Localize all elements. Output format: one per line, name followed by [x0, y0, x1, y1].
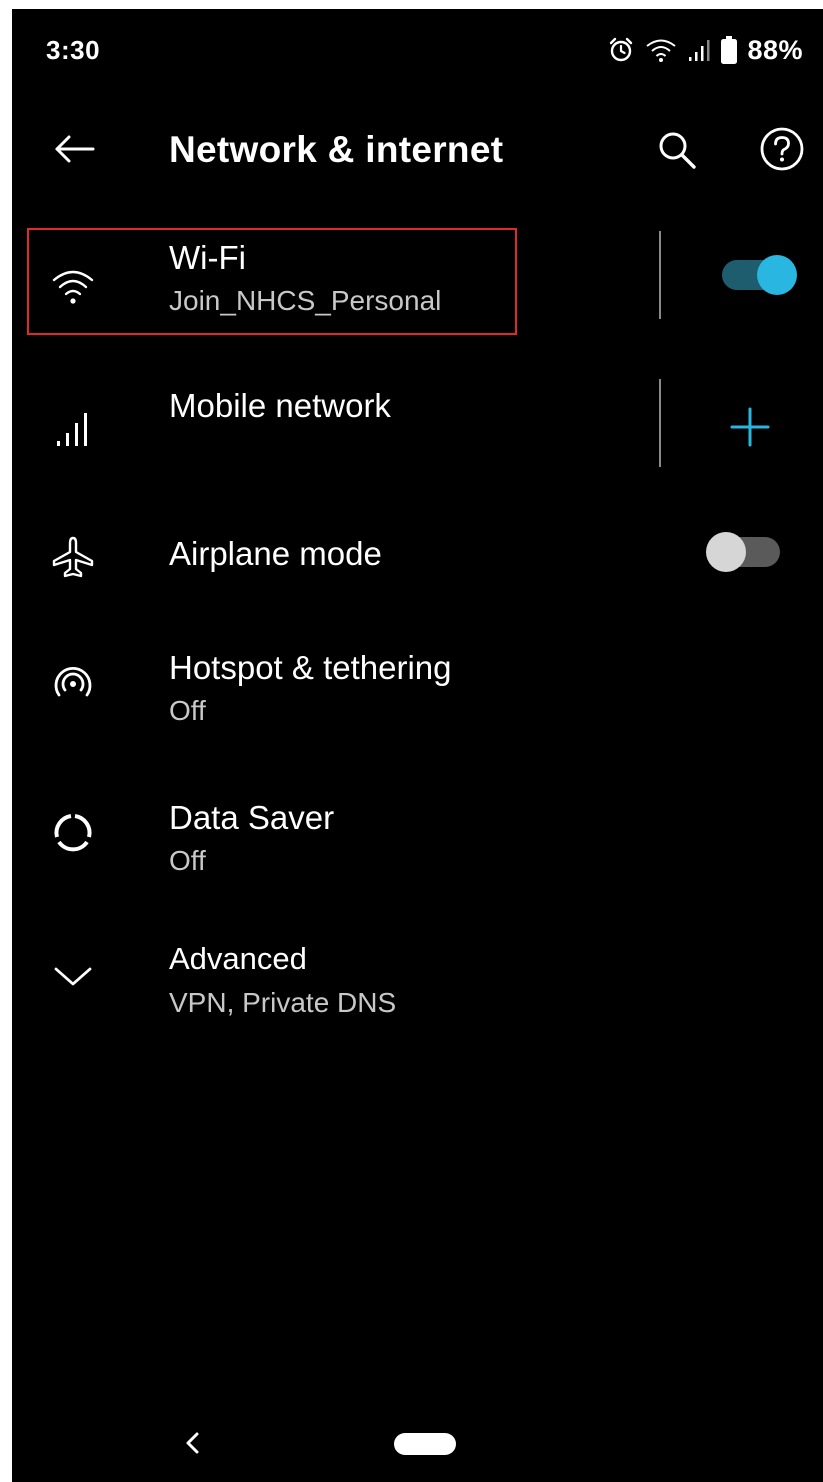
- help-button[interactable]: [756, 125, 808, 177]
- nav-back-icon: [183, 1431, 201, 1460]
- advanced-row[interactable]: Advanced VPN, Private DNS: [12, 937, 823, 1037]
- back-arrow-icon: [53, 134, 95, 169]
- battery-percent: 88%: [747, 34, 803, 65]
- wifi-divider: [659, 231, 661, 319]
- mobile-network-divider: [659, 379, 661, 467]
- mobile-network-title: Mobile network: [169, 387, 391, 424]
- airplane-mode-row[interactable]: Airplane mode: [12, 519, 823, 599]
- wifi-title: Wi-Fi: [169, 239, 246, 276]
- data-saver-row[interactable]: Data Saver Off: [12, 789, 823, 889]
- wifi-icon: [45, 259, 101, 315]
- screen: 3:30 88% Network & internet Wi-Fi Join_N…: [12, 9, 823, 1482]
- airplane-icon: [45, 529, 101, 585]
- data-saver-subtitle: Off: [169, 845, 206, 876]
- wifi-signal-icon: [645, 37, 677, 63]
- airplane-mode-title: Airplane mode: [169, 535, 382, 572]
- data-saver-icon: [45, 805, 101, 861]
- wifi-row[interactable]: Wi-Fi Join_NHCS_Personal: [12, 229, 823, 339]
- battery-icon: [721, 36, 738, 64]
- chevron-down-icon: [45, 949, 101, 1005]
- alarm-icon: [607, 36, 635, 64]
- search-button[interactable]: [652, 127, 702, 177]
- cell-signal-icon: [687, 37, 711, 63]
- page-title: Network & internet: [169, 129, 504, 170]
- search-icon: [657, 130, 697, 175]
- home-pill-icon[interactable]: [394, 1433, 456, 1455]
- data-saver-title: Data Saver: [169, 799, 335, 836]
- status-time: 3:30: [46, 35, 101, 65]
- cell-signal-icon: [45, 401, 101, 457]
- hotspot-title: Hotspot & tethering: [169, 649, 452, 686]
- add-network-button[interactable]: [726, 405, 774, 453]
- nav-back-button[interactable]: [177, 1427, 207, 1463]
- wifi-toggle[interactable]: [722, 255, 797, 295]
- hotspot-subtitle: Off: [169, 695, 206, 726]
- mobile-network-row[interactable]: Mobile network: [12, 377, 823, 487]
- wifi-toggle-thumb: [757, 255, 797, 295]
- advanced-subtitle: VPN, Private DNS: [169, 987, 397, 1018]
- airplane-mode-toggle[interactable]: [706, 532, 780, 572]
- airplane-toggle-thumb: [706, 532, 746, 572]
- hotspot-icon: [45, 655, 101, 711]
- add-icon: [730, 407, 770, 452]
- hotspot-row[interactable]: Hotspot & tethering Off: [12, 639, 823, 739]
- help-icon: [759, 126, 805, 177]
- wifi-subtitle: Join_NHCS_Personal: [169, 285, 442, 316]
- status-icons: 88%: [607, 33, 803, 67]
- advanced-title: Advanced: [169, 941, 307, 976]
- back-button[interactable]: [50, 127, 98, 175]
